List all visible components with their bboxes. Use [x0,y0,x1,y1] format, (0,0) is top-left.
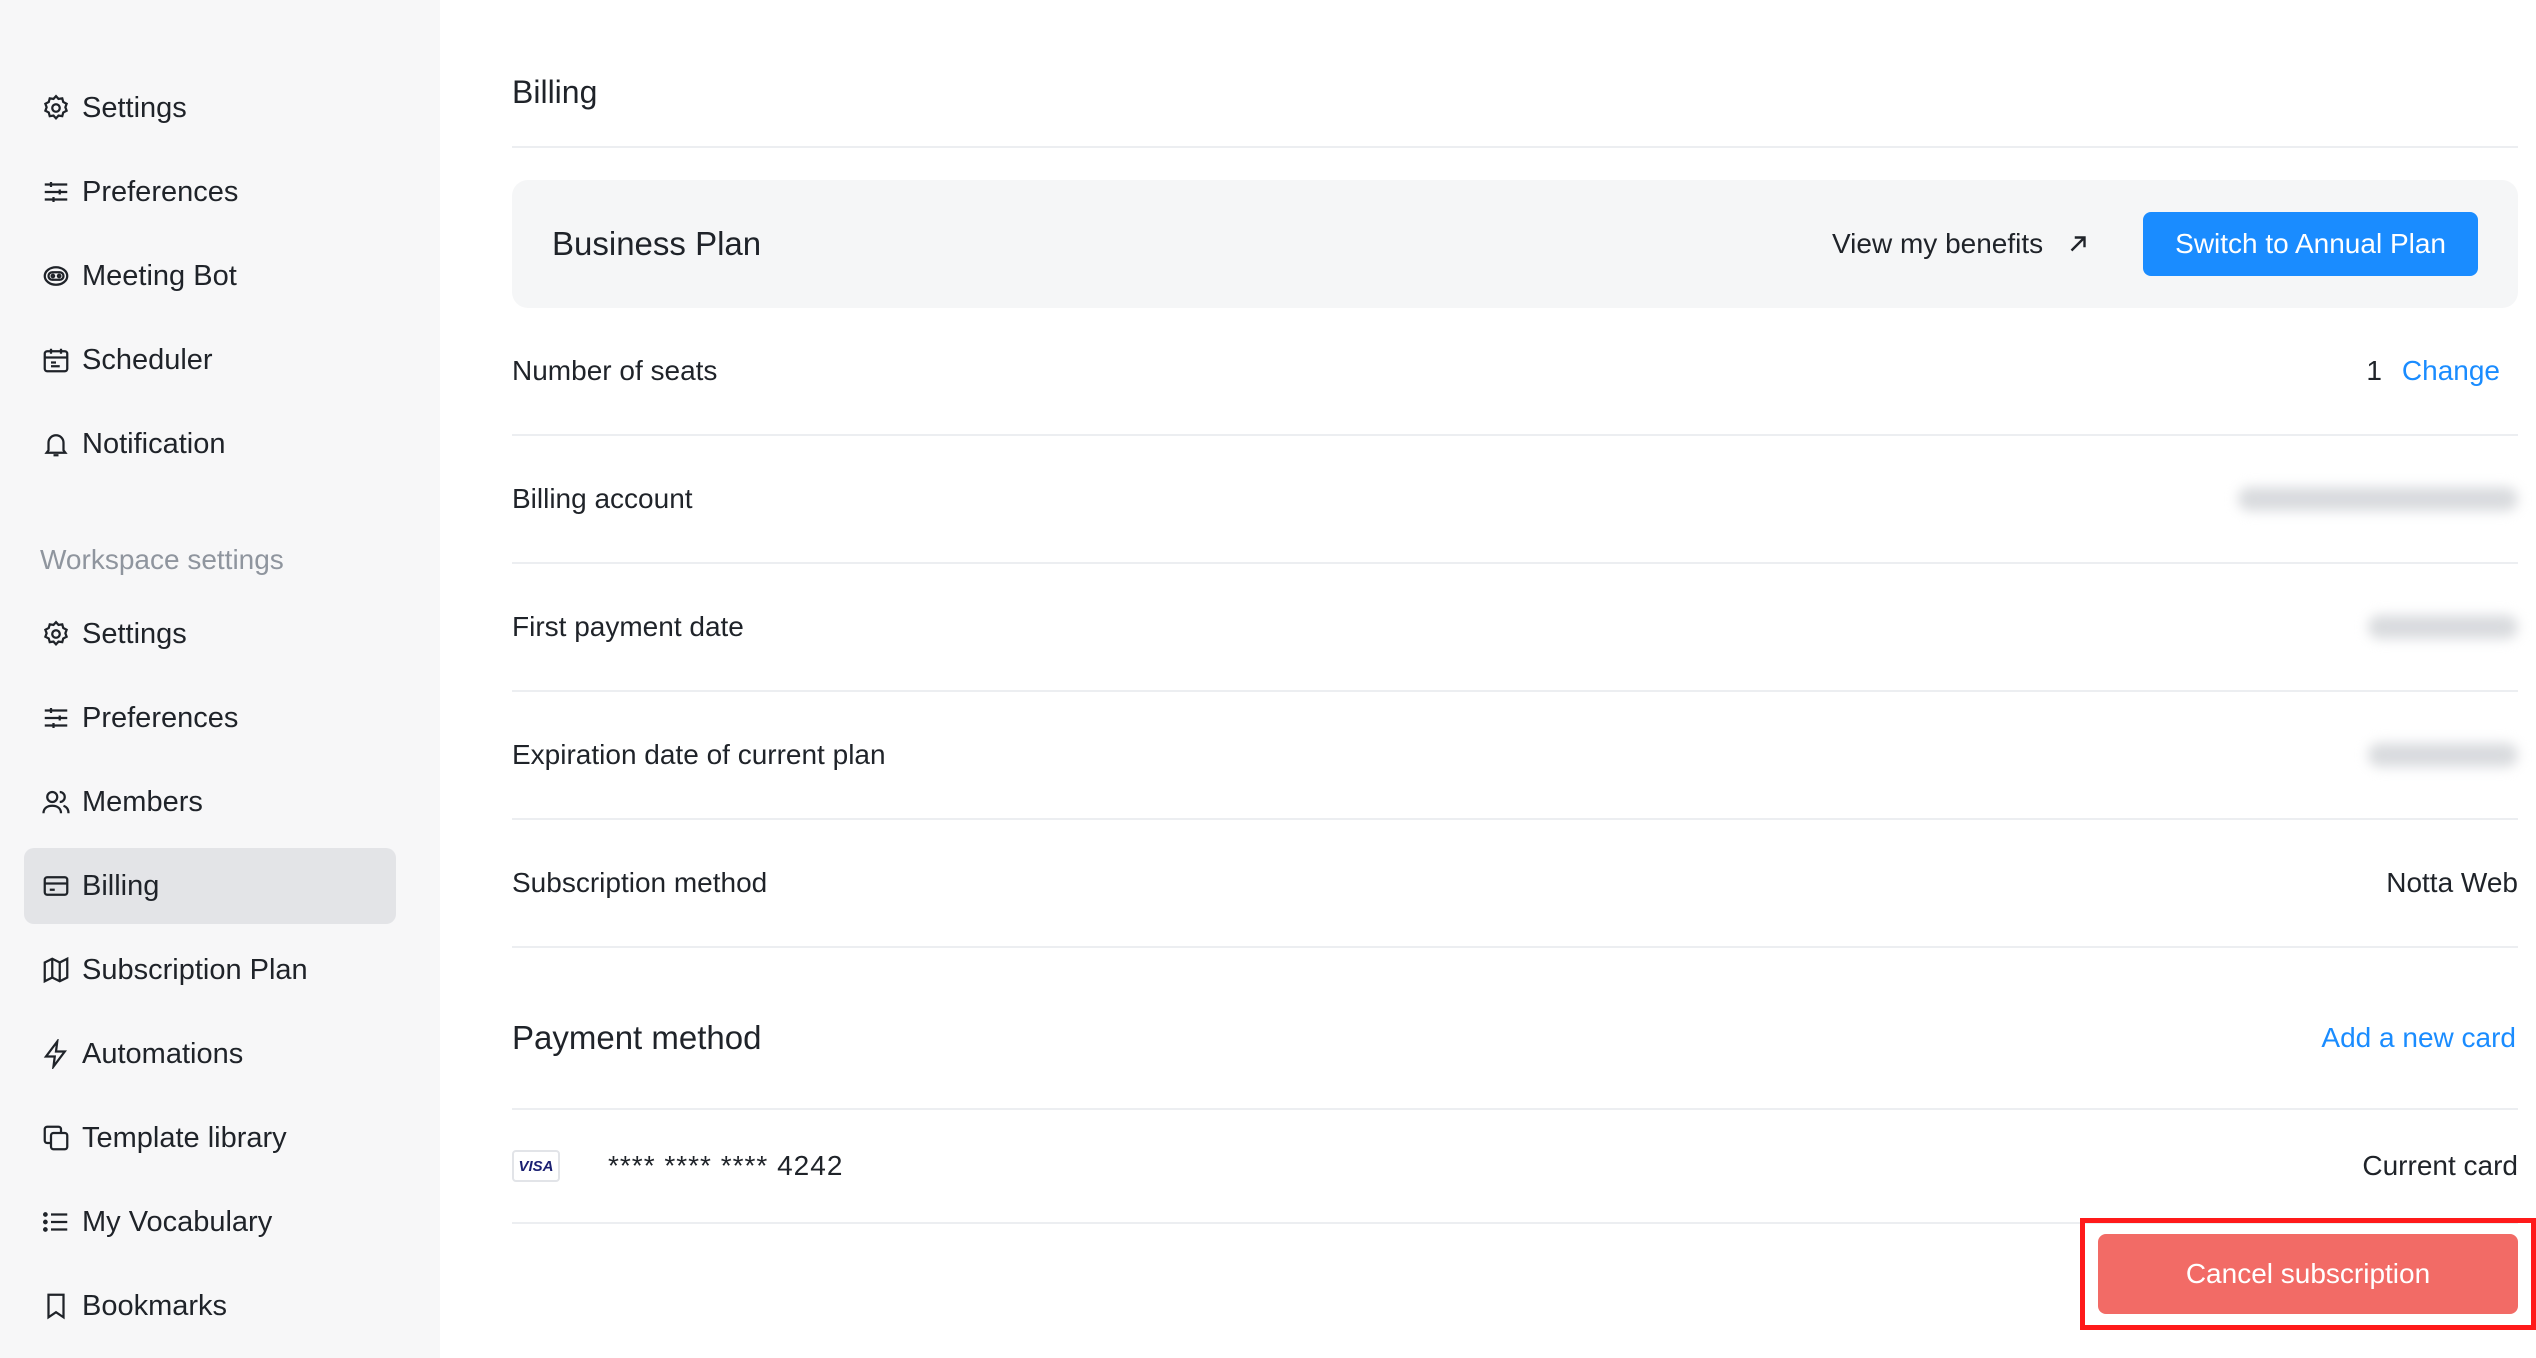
sidebar-item-my-vocabulary[interactable]: My Vocabulary [24,1184,396,1260]
add-card-link[interactable]: Add a new card [2321,1022,2516,1054]
plan-card: Business Plan View my benefits Switch to… [512,180,2518,308]
list-icon [40,1206,72,1238]
sidebar-item-meeting-bot[interactable]: Meeting Bot [24,238,396,314]
copy-icon [40,1122,72,1154]
cancel-subscription-button[interactable]: Cancel subscription [2098,1234,2518,1314]
card-number: **** **** **** 4242 [608,1150,844,1181]
gear-icon [40,92,72,124]
page-title: Billing [512,0,2518,148]
expiration-label: Expiration date of current plan [512,739,886,770]
bot-icon [40,260,72,292]
view-benefits-link[interactable]: View my benefits [1832,228,2091,260]
plan-name: Business Plan [552,225,762,262]
billing-account-label: Billing account [512,483,693,514]
sidebar-item-workspace-settings[interactable]: Settings [24,596,396,672]
card-row: VISA **** **** **** 4242 Current card [512,1110,2518,1224]
calendar-icon [40,344,72,376]
bell-icon [40,428,72,460]
card-status: Current card [2362,1150,2518,1181]
switch-annual-plan-button[interactable]: Switch to Annual Plan [2143,212,2478,276]
seats-label: Number of seats [512,355,718,386]
sidebar-item-label: Bookmarks [82,1289,228,1322]
sidebar-item-label: Members [82,785,203,818]
sidebar-item-label: Notification [82,427,226,460]
first-payment-value-blurred [2368,615,2518,639]
gear-icon [40,618,72,650]
credit-card-icon [40,870,72,902]
sidebar-item-label: Scheduler [82,343,213,376]
expiration-value-blurred [2368,743,2518,767]
sidebar-item-subscription-plan[interactable]: Subscription Plan [24,932,396,1008]
sidebar-item-label: Automations [82,1037,244,1070]
sidebar-item-settings[interactable]: Settings [24,70,396,146]
cancel-highlight-box: Cancel subscription [2080,1218,2536,1330]
bookmark-icon [40,1290,72,1322]
sidebar-item-billing[interactable]: Billing [24,848,396,924]
first-payment-label: First payment date [512,611,744,642]
sliders-icon [40,702,72,734]
sidebar-item-label: My Vocabulary [82,1205,273,1238]
sidebar-item-scheduler[interactable]: Scheduler [24,322,396,398]
sidebar-item-label: Preferences [82,701,239,734]
sliders-icon [40,176,72,208]
sidebar-item-label: Preferences [82,175,239,208]
subscription-method-value: Notta Web [2386,867,2518,898]
payment-method-title: Payment method [512,1019,762,1056]
view-benefits-label: View my benefits [1832,228,2044,259]
sidebar-item-label: Meeting Bot [82,259,237,292]
bolt-icon [40,1038,72,1070]
sidebar-item-label: Billing [82,869,160,902]
billing-panel: Billing Business Plan View my benefits S… [440,0,2536,1358]
sidebar-item-automations[interactable]: Automations [24,1016,396,1092]
sidebar-item-label: Subscription Plan [82,953,308,986]
card-info: VISA **** **** **** 4242 [512,1150,843,1182]
sidebar-item-label: Settings [82,91,187,124]
billing-account-value-blurred [2238,487,2518,511]
seats-value-group: 1 Change [2366,355,2518,387]
sidebar-item-label: Settings [82,617,187,650]
seats-row: Number of seats 1 Change [512,308,2518,436]
sidebar-item-preferences[interactable]: Preferences [24,154,396,230]
users-icon [40,786,72,818]
subscription-method-label: Subscription method [512,867,768,898]
sidebar-item-bookmarks[interactable]: Bookmarks [24,1268,396,1344]
arrow-up-right-icon [2070,236,2086,252]
seats-count: 1 [2366,355,2382,386]
workspace-section-title: Workspace settings [40,544,284,575]
sidebar-item-members[interactable]: Members [24,764,396,840]
payment-method-header: Payment method Add a new card [512,948,2518,1110]
change-seats-link[interactable]: Change [2402,355,2500,387]
sidebar-item-template-library[interactable]: Template library [24,1100,396,1176]
subscription-method-row: Subscription method Notta Web [512,820,2518,948]
visa-icon: VISA [512,1150,560,1182]
billing-account-row: Billing account [512,436,2518,564]
first-payment-row: First payment date [512,564,2518,692]
sidebar-item-workspace-preferences[interactable]: Preferences [24,680,396,756]
expiration-row: Expiration date of current plan [512,692,2518,820]
sidebar: Settings Preferences Meeting Bot Schedul… [0,0,440,1358]
plan-actions: View my benefits Switch to Annual Plan [1832,212,2478,276]
sidebar-item-notification[interactable]: Notification [24,406,396,482]
map-icon [40,954,72,986]
sidebar-item-label: Template library [82,1121,287,1154]
